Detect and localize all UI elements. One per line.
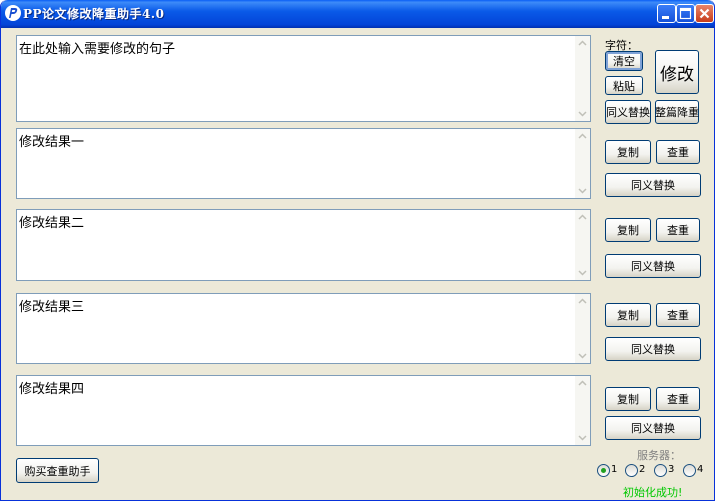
server-radio-3[interactable]: [654, 464, 667, 477]
synonym-button-4[interactable]: 同义替换: [605, 416, 701, 440]
server-radio-4[interactable]: [683, 464, 696, 477]
synonym-button-2[interactable]: 同义替换: [605, 254, 701, 278]
check-button-2[interactable]: 查重: [656, 218, 700, 242]
pp-logo-icon: [5, 5, 21, 21]
server-radio-label-1: 1: [611, 464, 618, 475]
result-textarea-2[interactable]: 修改结果二: [16, 209, 591, 281]
scroll-down-icon[interactable]: [575, 348, 590, 363]
result-textarea-1[interactable]: 修改结果一: [16, 128, 591, 199]
scroll-up-icon[interactable]: [575, 36, 590, 51]
status-text: 初始化成功!: [623, 486, 683, 499]
maximize-button[interactable]: [676, 4, 695, 23]
buy-checker-button[interactable]: 购买查重助手: [16, 458, 99, 483]
result-scrollbar-3[interactable]: [575, 294, 590, 363]
input-textarea[interactable]: 在此处输入需要修改的句子: [16, 35, 591, 122]
scroll-up-icon[interactable]: [575, 210, 590, 225]
synonym-button-1[interactable]: 同义替换: [605, 173, 701, 197]
server-radio-2[interactable]: [625, 464, 638, 477]
result-text-1: 修改结果一: [19, 135, 85, 150]
input-scrollbar[interactable]: [575, 36, 590, 121]
server-radio-label-3: 3: [668, 464, 675, 475]
scroll-up-icon[interactable]: [575, 294, 590, 309]
result-text-4: 修改结果四: [19, 382, 85, 397]
minimize-button[interactable]: [657, 4, 676, 23]
result-scrollbar-1[interactable]: [575, 129, 590, 198]
title-bar[interactable]: PP论文修改降重助手4.0: [1, 0, 714, 28]
server-radio-label-2: 2: [639, 464, 646, 475]
result-textarea-4[interactable]: 修改结果四: [16, 375, 591, 446]
close-button[interactable]: [695, 4, 714, 23]
scroll-down-icon[interactable]: [575, 430, 590, 445]
result-textarea-3[interactable]: 修改结果三: [16, 293, 591, 364]
result-text-2: 修改结果二: [19, 216, 85, 231]
scroll-up-icon[interactable]: [575, 129, 590, 144]
modify-button[interactable]: 修改: [655, 50, 699, 94]
clear-button[interactable]: 清空: [605, 51, 643, 71]
server-label: 服务器：: [637, 449, 681, 462]
synonym-button-3[interactable]: 同义替换: [605, 337, 701, 361]
check-button-3[interactable]: 查重: [656, 303, 700, 327]
check-button-1[interactable]: 查重: [656, 140, 700, 164]
maximize-icon: [679, 7, 692, 20]
check-button-4[interactable]: 查重: [656, 387, 700, 411]
synonym-button-main[interactable]: 同义替换: [605, 100, 651, 124]
app-window: PP论文修改降重助手4.0 在此处输入需要修改的句子 修改结果一 修改结果二 修…: [0, 0, 715, 501]
server-radio-label-4: 4: [697, 464, 704, 475]
copy-button-4[interactable]: 复制: [605, 387, 651, 411]
copy-button-3[interactable]: 复制: [605, 303, 651, 327]
full-reduce-button[interactable]: 整篇降重: [655, 100, 699, 124]
scroll-up-icon[interactable]: [575, 376, 590, 391]
paste-button[interactable]: 粘贴: [605, 76, 643, 95]
input-text: 在此处输入需要修改的句子: [19, 42, 176, 57]
copy-button-2[interactable]: 复制: [605, 218, 651, 242]
result-scrollbar-2[interactable]: [575, 210, 590, 280]
scroll-down-icon[interactable]: [575, 183, 590, 198]
server-radio-1[interactable]: [597, 464, 610, 477]
result-scrollbar-4[interactable]: [575, 376, 590, 445]
scroll-down-icon[interactable]: [575, 106, 590, 121]
window-title: PP论文修改降重助手4.0: [23, 7, 165, 21]
minimize-icon: [662, 16, 669, 19]
scroll-down-icon[interactable]: [575, 265, 590, 280]
result-text-3: 修改结果三: [19, 300, 85, 315]
copy-button-1[interactable]: 复制: [605, 140, 651, 164]
close-icon: [699, 8, 710, 19]
